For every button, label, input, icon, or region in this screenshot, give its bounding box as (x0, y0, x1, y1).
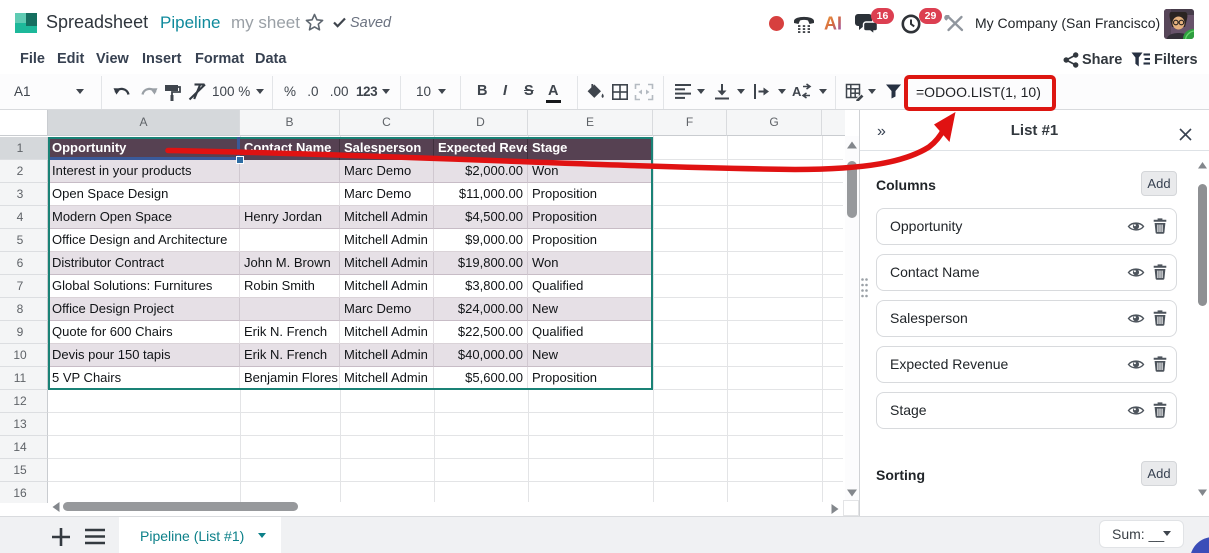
svg-text:AI: AI (824, 14, 842, 34)
svg-text:A: A (792, 84, 802, 99)
